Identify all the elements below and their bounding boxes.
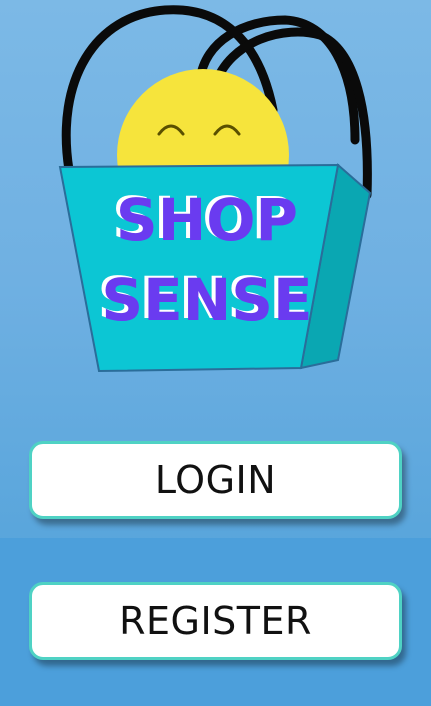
login-button[interactable]: LOGIN (29, 441, 402, 519)
register-button[interactable]: REGISTER (29, 582, 402, 660)
shopsense-logo: SHOP SENSE SHOP SENSE (58, 5, 372, 373)
login-button-label: LOGIN (154, 458, 277, 502)
register-button-label: REGISTER (119, 599, 312, 643)
logo-text-line2: SENSE (101, 266, 312, 334)
logo-text-line1: SHOP (116, 186, 298, 254)
